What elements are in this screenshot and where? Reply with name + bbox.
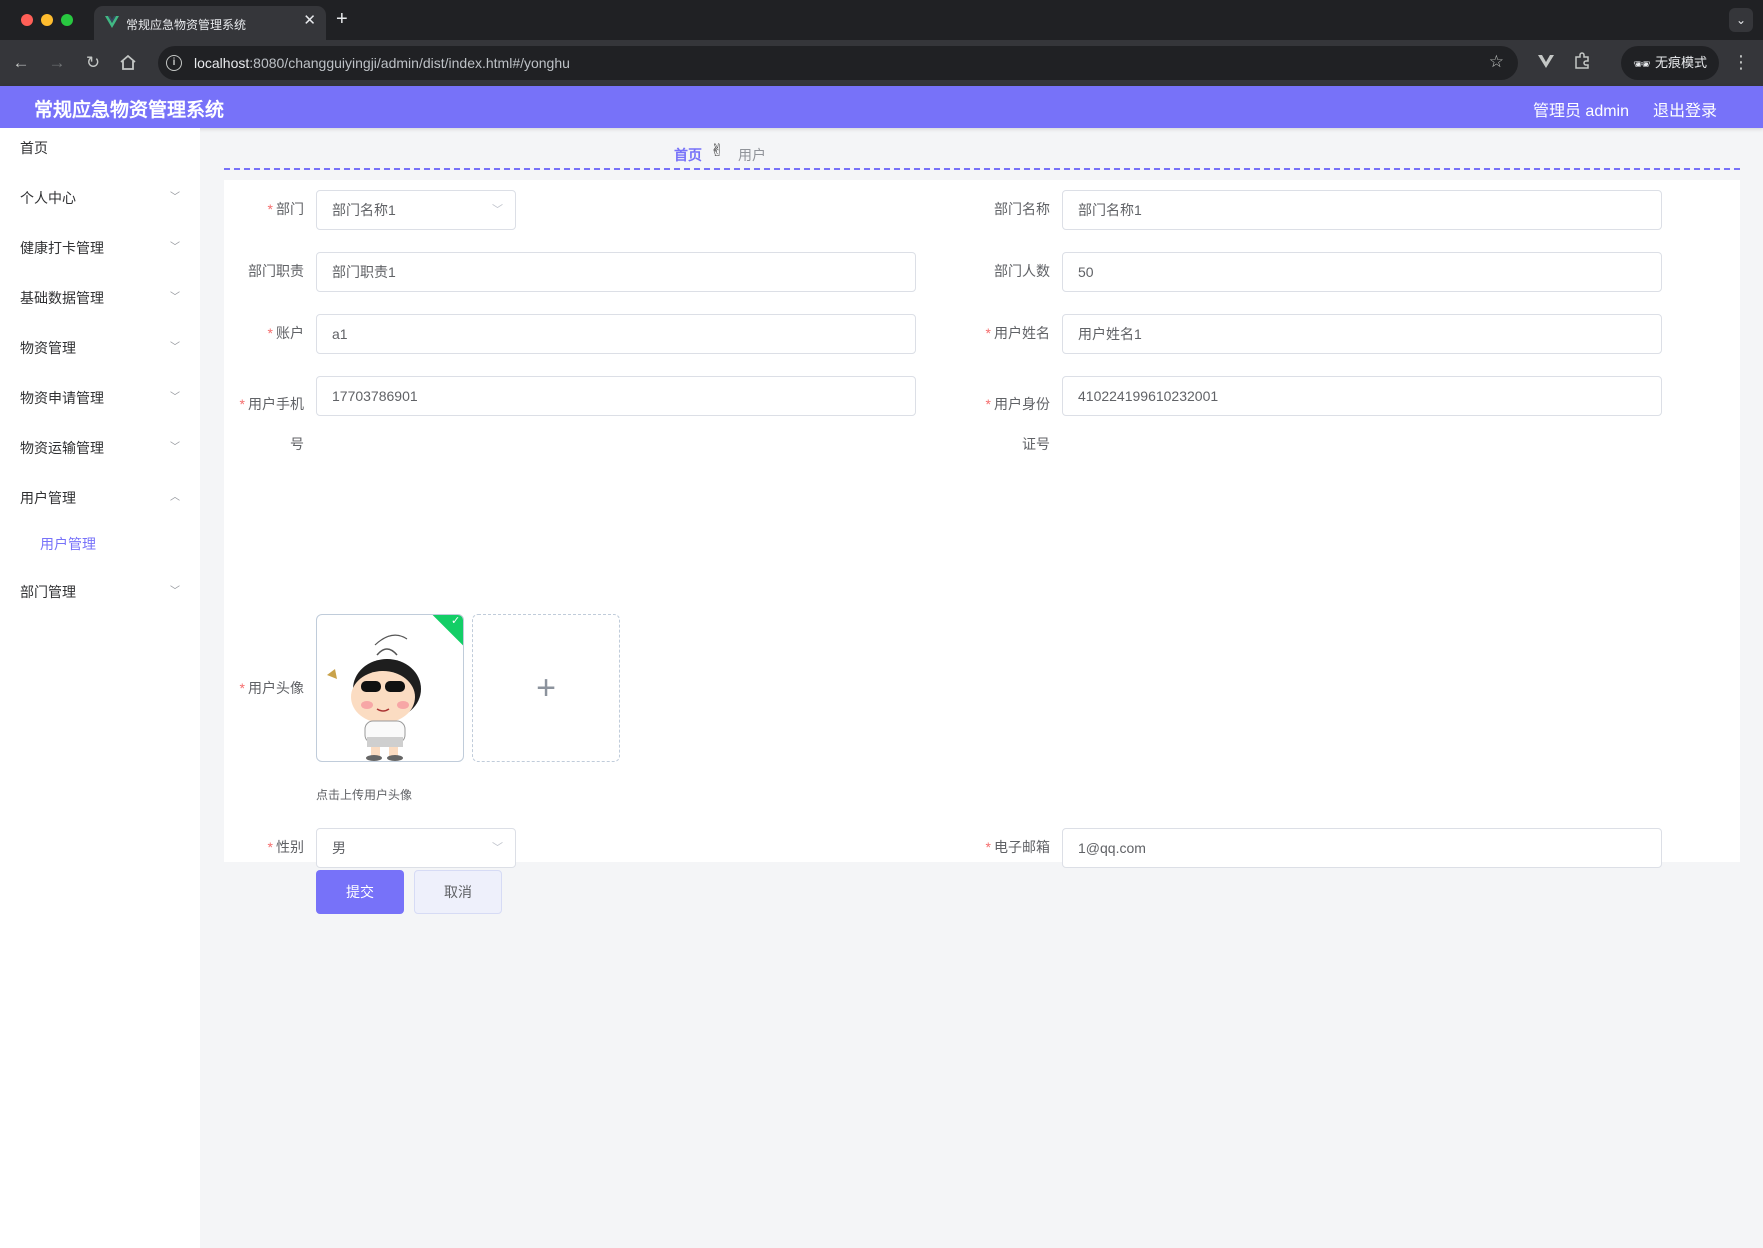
account-field[interactable]: a1 bbox=[316, 314, 916, 354]
site-info-icon[interactable]: i bbox=[166, 55, 182, 71]
chevron-down-icon: ﹀ bbox=[170, 292, 180, 303]
user-name-label: * 用户姓名 bbox=[985, 325, 1050, 341]
chevron-down-icon: ﹀ bbox=[492, 204, 503, 216]
chevron-up-icon: ︿ bbox=[170, 492, 180, 503]
check-icon: ✓ bbox=[451, 614, 461, 627]
department-count-label: 部门人数 bbox=[994, 263, 1050, 279]
reload-icon[interactable]: ↻ bbox=[82, 52, 104, 74]
home-icon[interactable] bbox=[118, 53, 138, 73]
chevron-down-icon: ﹀ bbox=[170, 586, 180, 597]
close-window-button[interactable] bbox=[21, 14, 33, 26]
sidebar-item-department-management[interactable]: 部门管理 ﹀ bbox=[0, 572, 200, 612]
incognito-label: 无痕模式 bbox=[1655, 55, 1708, 70]
victory-hand-icon: ✌ bbox=[710, 141, 725, 160]
user-form: * 部门 部门名称1 ﹀ 部门名称 部门名称1 部门职责 部门职责1 部门人数 5… bbox=[224, 180, 1740, 868]
admin-user-label: 管理员 admin bbox=[1532, 103, 1629, 120]
department-name-label: 部门名称 bbox=[994, 201, 1050, 217]
department-duty-label: 部门职责 bbox=[248, 263, 304, 279]
incognito-indicator[interactable]: 🕶 无痕模式 bbox=[1621, 46, 1719, 80]
tab-close-icon[interactable]: ✕ bbox=[303, 13, 316, 29]
submit-button[interactable]: 提交 bbox=[316, 870, 404, 914]
avatar-upload-button[interactable]: + bbox=[472, 614, 620, 762]
bookmark-star-icon[interactable]: ☆ bbox=[1489, 52, 1504, 72]
sidebar-subitem-user-management[interactable]: 用户管理 bbox=[0, 524, 200, 564]
maximize-window-button[interactable] bbox=[61, 14, 73, 26]
back-icon[interactable]: ← bbox=[10, 52, 32, 74]
chevron-down-icon: ﹀ bbox=[170, 392, 180, 403]
url-text[interactable]: localhost:8080/changguiyingji/admin/dist… bbox=[194, 55, 570, 71]
department-count-field[interactable]: 50 bbox=[1062, 252, 1662, 292]
user-name-field[interactable]: 用户姓名1 bbox=[1062, 314, 1662, 354]
sidebar-item-basic-data[interactable]: 基础数据管理 ﹀ bbox=[0, 278, 200, 318]
app-title: 常规应急物资管理系统 bbox=[34, 100, 225, 121]
chevron-down-icon: ﹀ bbox=[170, 242, 180, 253]
department-select[interactable]: 部门名称1 ﹀ bbox=[316, 190, 516, 230]
plus-icon: + bbox=[536, 669, 556, 707]
new-tab-button[interactable]: + bbox=[336, 8, 348, 30]
avatar-preview[interactable]: ✓ bbox=[316, 614, 464, 762]
sidebar-item-user-management[interactable]: 用户管理 ︿ bbox=[0, 478, 200, 518]
email-field[interactable]: 1@qq.com bbox=[1062, 828, 1662, 868]
sidebar-item-home[interactable]: 首页 bbox=[0, 128, 200, 168]
user-phone-label: * 用户手机号 bbox=[239, 396, 304, 452]
cartoon-avatar-image bbox=[327, 634, 421, 761]
sidebar-item-materials[interactable]: 物资管理 ﹀ bbox=[0, 328, 200, 368]
user-phone-field[interactable]: 17703786901 bbox=[316, 376, 916, 416]
browser-tab[interactable]: 常规应急物资管理系统 ✕ bbox=[94, 6, 326, 40]
incognito-icon: 🕶 bbox=[1633, 56, 1651, 72]
app-viewport: 常规应急物资管理系统 管理员 admin 退出登录 首页 个人中心 ﹀ 健康打卡… bbox=[0, 86, 1763, 1248]
logout-button[interactable]: 退出登录 bbox=[1653, 97, 1717, 121]
forward-icon[interactable]: → bbox=[46, 52, 68, 74]
sidebar-item-health-checkin[interactable]: 健康打卡管理 ﹀ bbox=[0, 228, 200, 268]
chevron-down-icon: ﹀ bbox=[170, 342, 180, 353]
breadcrumb-home[interactable]: 首页 bbox=[674, 145, 702, 165]
chevron-down-icon: ﹀ bbox=[492, 842, 503, 854]
sidebar-menu: 首页 个人中心 ﹀ 健康打卡管理 ﹀ 基础数据管理 ﹀ 物资管理 ﹀ 物资申请管… bbox=[0, 128, 200, 1248]
account-label: * 账户 bbox=[267, 325, 304, 341]
extensions-puzzle-icon[interactable] bbox=[1573, 52, 1591, 70]
breadcrumb: 首页 ✌ 用户 bbox=[224, 128, 1740, 170]
chevron-down-icon: ﹀ bbox=[170, 192, 180, 203]
cancel-button[interactable]: 取消 bbox=[414, 870, 502, 914]
avatar-label: * 用户头像 bbox=[239, 680, 304, 696]
minimize-window-button[interactable] bbox=[41, 14, 53, 26]
avatar-upload-tip: 点击上传用户头像 bbox=[316, 788, 413, 802]
tab-title: 常规应急物资管理系统 bbox=[126, 18, 247, 32]
user-id-card-label: * 用户身份 证号 bbox=[985, 396, 1050, 452]
user-id-card-field[interactable]: 410224199610232001 bbox=[1062, 376, 1662, 416]
gender-select[interactable]: 男 ﹀ bbox=[316, 828, 516, 868]
sidebar-item-personal-center[interactable]: 个人中心 ﹀ bbox=[0, 178, 200, 218]
address-bar[interactable]: i localhost:8080/changguiyingji/admin/di… bbox=[158, 46, 1518, 80]
department-label: * 部门 bbox=[267, 201, 304, 217]
app-header: 常规应急物资管理系统 管理员 admin 退出登录 bbox=[0, 86, 1763, 128]
browser-tab-bar: 常规应急物资管理系统 ✕ + ⌄ bbox=[0, 0, 1763, 40]
email-label: * 电子邮箱 bbox=[985, 839, 1050, 855]
chevron-down-icon: ﹀ bbox=[170, 442, 180, 453]
department-duty-field[interactable]: 部门职责1 bbox=[316, 252, 916, 292]
department-name-field[interactable]: 部门名称1 bbox=[1062, 190, 1662, 230]
vue-devtools-extension-icon[interactable] bbox=[1537, 52, 1555, 70]
gender-label: * 性别 bbox=[267, 839, 304, 855]
browser-toolbar: ← → ↻ i localhost:8080/changguiyingji/ad… bbox=[0, 40, 1763, 86]
breadcrumb-current: 用户 bbox=[738, 147, 766, 163]
sidebar-item-material-requests[interactable]: 物资申请管理 ﹀ bbox=[0, 378, 200, 418]
vue-logo-icon bbox=[105, 16, 119, 28]
tab-search-button[interactable]: ⌄ bbox=[1729, 8, 1753, 32]
browser-menu-icon[interactable]: ⋮ bbox=[1732, 52, 1750, 73]
sidebar-item-material-transport[interactable]: 物资运输管理 ﹀ bbox=[0, 428, 200, 468]
